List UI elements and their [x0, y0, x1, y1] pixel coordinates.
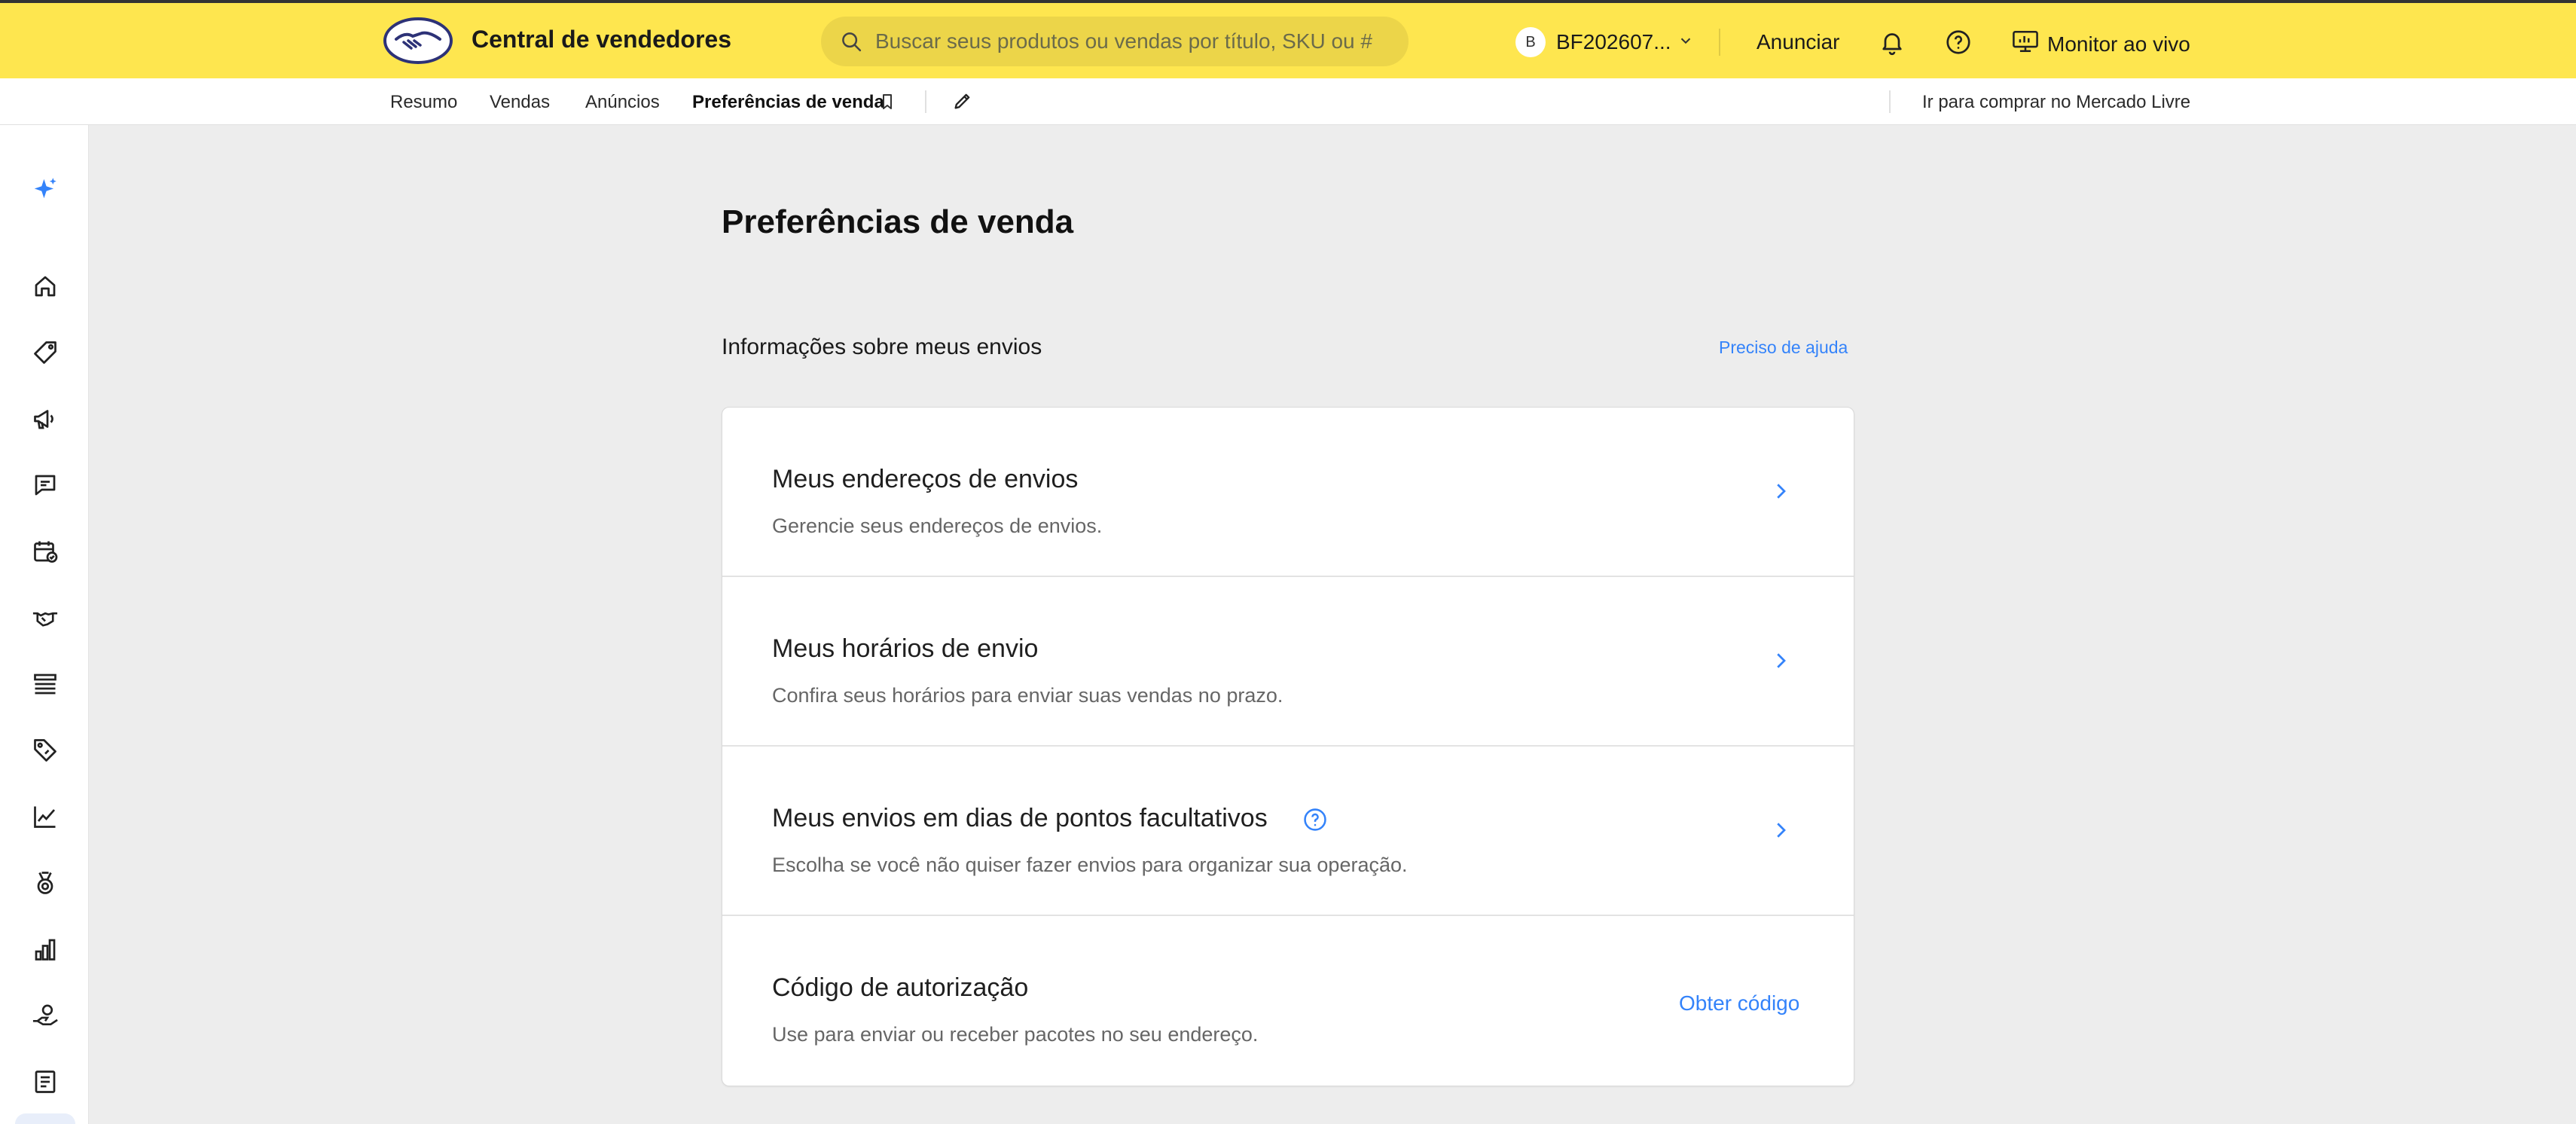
row-title: Código de autorização: [772, 973, 1029, 1002]
avatar: B: [1515, 27, 1546, 57]
search-bar[interactable]: [821, 17, 1409, 66]
tag-icon[interactable]: [30, 338, 60, 368]
top-header: Central de vendedores B BF202607... Anun…: [0, 3, 2576, 78]
list-icon[interactable]: [30, 669, 60, 699]
bell-icon[interactable]: [1879, 29, 1906, 60]
handshake-icon[interactable]: [30, 603, 60, 633]
monitor-label: Monitor ao vivo: [2047, 32, 2190, 56]
help-link[interactable]: Preciso de ajuda: [1719, 338, 1848, 358]
row-description: Use para enviar ou receber pacotes no se…: [772, 1023, 1259, 1046]
receipt-icon[interactable]: [30, 1067, 60, 1097]
sub-navigation: Resumo Vendas Anúncios Preferências de v…: [0, 78, 2576, 125]
chevron-right-icon[interactable]: [1769, 480, 1792, 506]
row-title: Meus envios em dias de pontos facultativ…: [772, 804, 1268, 832]
row-description: Escolha se você não quiser fazer envios …: [772, 854, 1408, 876]
nav-preferencias-de-venda[interactable]: Preferências de venda: [692, 92, 884, 113]
list-item-authorization-code: Código de autorização Use para enviar ou…: [722, 916, 1854, 1086]
shipping-settings-card: Meus endereços de envios Gerencie seus e…: [722, 407, 1854, 1086]
calendar-check-icon[interactable]: [30, 536, 60, 567]
get-code-button[interactable]: Obter código: [1679, 991, 1799, 1016]
buy-on-mercado-livre-link[interactable]: Ir para comprar no Mercado Livre: [1922, 92, 2190, 113]
chevron-down-icon: [1677, 32, 1694, 53]
row-title: Meus horários de envio: [772, 634, 1039, 663]
list-item-optional-holidays[interactable]: Meus envios em dias de pontos facultativ…: [722, 747, 1854, 916]
bookmark-icon[interactable]: [878, 92, 896, 115]
nav-vendas[interactable]: Vendas: [490, 92, 550, 113]
monitor-icon: [2011, 29, 2040, 60]
chat-icon[interactable]: [30, 470, 60, 500]
nav-anuncios[interactable]: Anúncios: [585, 92, 660, 113]
hand-user-icon[interactable]: [30, 1000, 60, 1031]
row-description: Gerencie seus endereços de envios.: [772, 515, 1103, 537]
account-id: BF202607...: [1556, 30, 1671, 53]
list-item-shipping-hours[interactable]: Meus horários de envio Confira seus horá…: [722, 577, 1854, 747]
left-sidebar: [0, 125, 89, 1124]
bar-chart-icon[interactable]: [30, 934, 60, 964]
nav-resumo[interactable]: Resumo: [390, 92, 457, 113]
subnav-divider: [1889, 90, 1891, 113]
sparkle-icon[interactable]: [30, 175, 60, 205]
search-input[interactable]: [875, 29, 1387, 53]
line-chart-icon[interactable]: [30, 802, 60, 832]
megaphone-icon[interactable]: [30, 404, 60, 434]
chevron-right-icon[interactable]: [1769, 819, 1792, 845]
anunciar-button[interactable]: Anunciar: [1757, 30, 1840, 54]
search-icon: [838, 28, 865, 55]
pencil-icon[interactable]: [952, 90, 973, 115]
question-circle-icon[interactable]: [1302, 807, 1328, 836]
page-title: Preferências de venda: [722, 203, 1074, 240]
monitor-button[interactable]: Monitor ao vivo: [2011, 29, 2190, 60]
row-title: Meus endereços de envios: [772, 465, 1079, 493]
price-tag-icon[interactable]: [30, 735, 60, 765]
section-title: Informações sobre meus envios: [722, 334, 1042, 359]
help-icon[interactable]: [1945, 29, 1972, 60]
mercado-livre-logo[interactable]: [383, 17, 453, 65]
list-item-shipping-addresses[interactable]: Meus endereços de envios Gerencie seus e…: [722, 408, 1854, 577]
row-description: Confira seus horários para enviar suas v…: [772, 684, 1283, 707]
brand-name: Central de vendedores: [472, 26, 731, 53]
account-switcher[interactable]: B BF202607...: [1515, 27, 1694, 57]
chevron-right-icon[interactable]: [1769, 649, 1792, 676]
medal-icon[interactable]: [30, 868, 60, 898]
sidebar-bottom-item[interactable]: [15, 1113, 75, 1124]
header-divider: [1719, 29, 1720, 56]
subnav-divider: [925, 90, 926, 113]
home-icon[interactable]: [30, 271, 60, 301]
